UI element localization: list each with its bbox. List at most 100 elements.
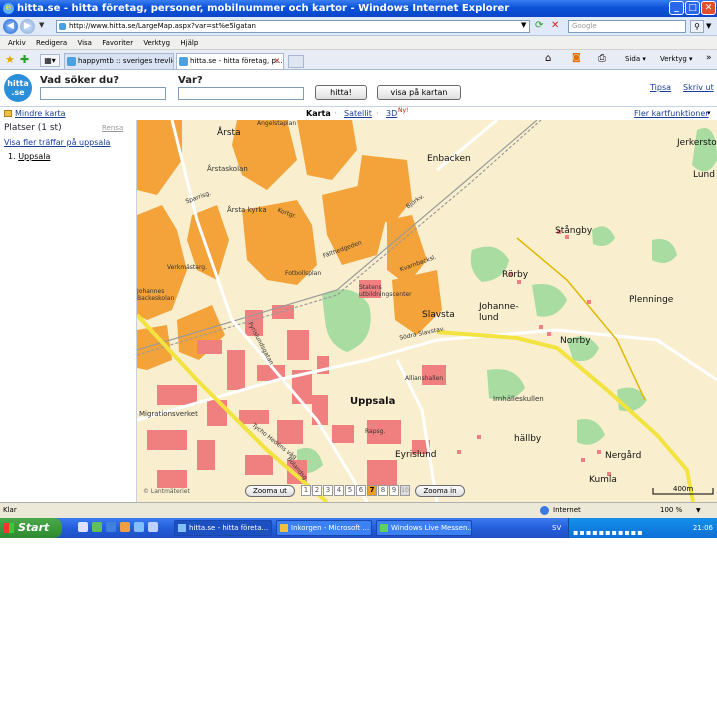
more-results-link[interactable]: Visa fler träffar på uppsala — [4, 138, 110, 147]
address-dropdown-icon[interactable]: ▼ — [521, 21, 526, 29]
back-button[interactable]: ◀ — [3, 19, 18, 34]
start-label: Start — [18, 521, 50, 534]
zoom-level-current[interactable]: 7 — [367, 485, 377, 496]
view-3d-link[interactable]: 3D — [386, 107, 397, 120]
quicklaunch-ie-icon[interactable] — [134, 522, 144, 532]
zoom-level-9[interactable]: 9 — [389, 485, 399, 496]
quicklaunch-icon[interactable] — [78, 522, 88, 532]
home-icon[interactable]: ⌂ — [545, 53, 551, 64]
where-label: Var? — [178, 75, 203, 86]
tab-label: hitta.se - hitta företag, p... — [190, 57, 283, 65]
tab-label: happymtb :: sveriges trevlig... — [78, 57, 174, 65]
search-options-icon[interactable]: ▼ — [706, 22, 711, 30]
search-input[interactable]: Google — [568, 20, 686, 33]
task-label: hitta.se - hitta företa... — [189, 524, 269, 532]
clear-link[interactable]: Rensa — [102, 124, 123, 132]
close-tab-icon[interactable]: ✕ — [274, 54, 280, 69]
language-indicator[interactable]: SV — [552, 518, 561, 538]
search-icon[interactable]: ⚲ — [690, 20, 704, 33]
menu-verktyg[interactable]: Verktyg — [143, 39, 170, 47]
map-label-uppsala: Uppsala — [350, 396, 396, 407]
task-outlook[interactable]: Inkorgen - Microsoft ... — [276, 520, 372, 536]
quicklaunch-icon[interactable] — [106, 522, 116, 532]
maximize-button[interactable]: □ — [685, 1, 700, 15]
quick-tabs-icon[interactable]: ▦▾ — [40, 54, 60, 67]
task-label: Inkorgen - Microsoft ... — [291, 524, 370, 532]
tipsa-link[interactable]: Tipsa — [650, 83, 671, 92]
zoom-level-2[interactable]: 2 — [312, 485, 322, 496]
chevron-down-icon[interactable]: ▾ — [707, 107, 711, 120]
zoom-dropdown-icon[interactable]: ▼ — [696, 503, 701, 518]
menu-bar: Arkiv Redigera Visa Favoriter Verktyg Hj… — [0, 36, 717, 50]
feeds-icon[interactable]: ◙ — [572, 53, 581, 63]
search-button[interactable]: hitta! — [315, 85, 367, 100]
address-input[interactable]: http://www.hitta.se/LargeMap.aspx?var=st… — [56, 20, 530, 33]
page-favicon-icon — [59, 23, 66, 30]
history-dropdown-icon[interactable]: ▼ — [39, 21, 44, 29]
window-title-bar: e hitta.se - hitta företag, personer, mo… — [0, 0, 717, 17]
zoom-level-5[interactable]: 5 — [345, 485, 355, 496]
outlook-task-icon — [280, 524, 288, 532]
view-map-tab[interactable]: Karta — [306, 107, 331, 120]
tab-bar: ★ ✚ ▦▾ happymtb :: sveriges trevlig... h… — [0, 50, 717, 70]
zoom-level-status[interactable]: 100 % — [660, 503, 682, 518]
zoom-level-4[interactable]: 4 — [334, 485, 344, 496]
menu-hjalp[interactable]: Hjälp — [180, 39, 198, 47]
tools-menu[interactable]: Verktyg ▾ — [660, 55, 693, 63]
more-tools-icon[interactable]: » — [706, 53, 712, 63]
map-label-slavsta: Slavsta — [422, 310, 455, 320]
zoom-level-6[interactable]: 6 — [356, 485, 366, 496]
map-label-kumla: Kumla — [589, 475, 617, 485]
quicklaunch-icon[interactable] — [148, 522, 158, 532]
zoom-out-button[interactable]: Zooma ut — [245, 485, 295, 497]
new-tab-button[interactable] — [288, 55, 304, 68]
add-favorite-icon[interactable]: ✚ — [20, 51, 29, 69]
page-menu[interactable]: Sida ▾ — [625, 55, 646, 63]
forward-button[interactable]: ▶ — [20, 19, 35, 34]
menu-redigera[interactable]: Redigera — [36, 39, 67, 47]
map-copyright: © Lantmäteriet — [143, 488, 190, 495]
what-label: Vad söker du? — [40, 75, 120, 86]
print-link[interactable]: Skriv ut — [683, 83, 714, 92]
what-input[interactable] — [40, 87, 166, 100]
refresh-icon[interactable]: ⟳ — [535, 20, 547, 32]
zoom-level-10[interactable]: 10 — [400, 485, 410, 496]
map-view[interactable]: Enbacken Jerkerstorp Lund Årsta Årstasko… — [137, 120, 717, 502]
task-messenger[interactable]: Windows Live Messen... — [376, 520, 472, 536]
view-satellite-link[interactable]: Satellit — [344, 107, 372, 120]
close-window-button[interactable]: ✕ — [701, 1, 716, 15]
zoom-level-3[interactable]: 3 — [323, 485, 333, 496]
where-input[interactable] — [178, 87, 304, 100]
tab-happymtb[interactable]: happymtb :: sveriges trevlig... — [64, 53, 174, 69]
map-label-verkmastarg: Verkmästarg. — [167, 264, 208, 271]
quicklaunch-icon[interactable] — [92, 522, 102, 532]
tab-hitta[interactable]: hitta.se - hitta företag, p... ✕ — [176, 53, 284, 69]
more-map-functions-link[interactable]: Fler kartfunktioner — [634, 107, 709, 120]
internet-explorer-icon: e — [3, 3, 14, 14]
minimize-button[interactable]: _ — [669, 1, 684, 15]
start-button[interactable]: Start — [0, 518, 62, 538]
map-label-hallby: hällby — [514, 434, 542, 444]
task-label: Windows Live Messen... — [391, 524, 472, 532]
menu-visa[interactable]: Visa — [77, 39, 92, 47]
page-menu-label: Sida — [625, 55, 641, 63]
tray-icons[interactable]: ▪▪▪▪▪▪▪▪▪▪▪ — [573, 523, 644, 543]
map-label-statens-utbildningscenter: Statens utbildningscenter — [359, 284, 412, 298]
menu-favoriter[interactable]: Favoriter — [102, 39, 133, 47]
result-label[interactable]: Uppsala — [18, 152, 50, 161]
favorites-star-icon[interactable]: ★ — [5, 50, 15, 70]
tab-favicon-icon — [179, 57, 188, 66]
smaller-map-link[interactable]: Mindre karta — [15, 107, 66, 120]
quicklaunch-icon[interactable] — [120, 522, 130, 532]
result-item[interactable]: 1. Uppsala — [8, 152, 50, 161]
separator: · — [376, 109, 379, 118]
zoom-level-1[interactable]: 1 — [301, 485, 311, 496]
stop-icon[interactable]: ✕ — [551, 20, 563, 32]
menu-arkiv[interactable]: Arkiv — [8, 39, 26, 47]
zoom-level-8[interactable]: 8 — [378, 485, 388, 496]
print-icon[interactable]: ⎙ — [598, 53, 606, 64]
hitta-logo[interactable]: hitta .se — [4, 74, 32, 102]
show-on-map-button[interactable]: visa på kartan — [377, 85, 461, 100]
task-hitta-ie[interactable]: hitta.se - hitta företa... — [174, 520, 272, 536]
zoom-in-button[interactable]: Zooma in — [415, 485, 465, 497]
